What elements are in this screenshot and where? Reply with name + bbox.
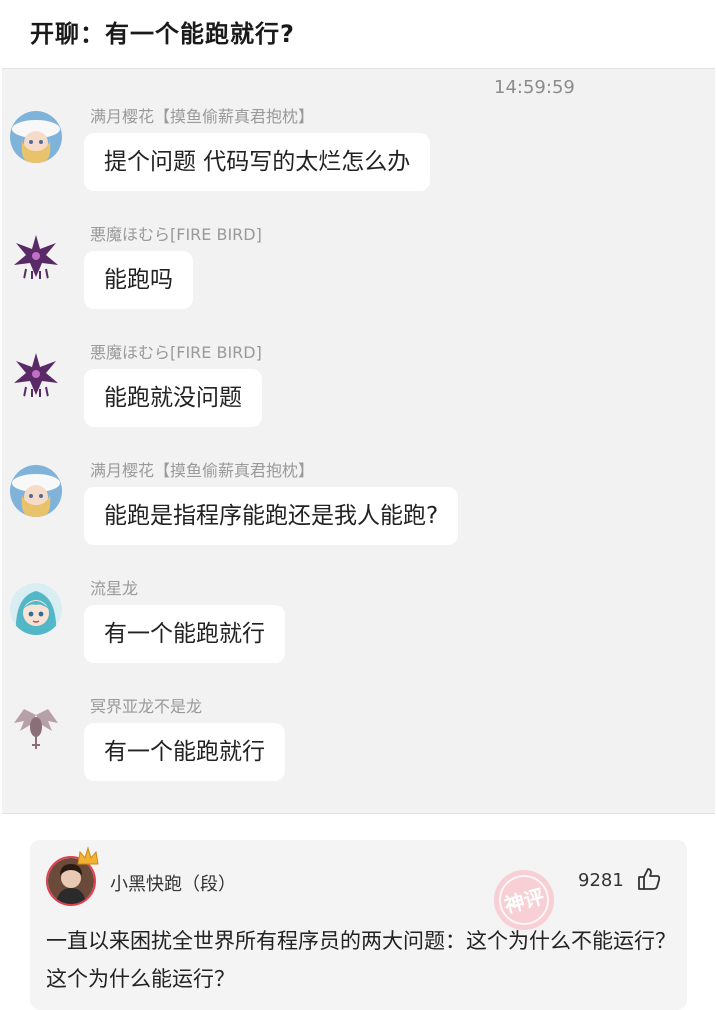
thumbs-up-icon[interactable]	[636, 866, 662, 892]
commenter-username[interactable]: 小黑快跑（段）	[110, 870, 236, 896]
sender-name: 满月樱花【摸鱼偷薪真君抱枕】	[90, 461, 315, 480]
chat-message: 满月樱花【摸鱼偷薪真君抱枕】 提个问题 代码写的太烂怎么办	[2, 103, 715, 213]
message-bubble: 有一个能跑就行	[84, 723, 285, 781]
chat-message: 悪魔ほむら[FIRE BIRD] 能跑吗	[2, 221, 715, 331]
chat-screenshot: 14:59:59 满月樱花【摸鱼偷薪真君抱枕】 提个问题 代码写的太烂怎么办 悪…	[2, 68, 715, 814]
chat-message: 流星龙 有一个能跑就行	[2, 575, 715, 685]
dark-wing-avatar-icon	[10, 347, 62, 399]
chat-timestamp: 14:59:59	[494, 77, 575, 98]
chat-message: 悪魔ほむら[FIRE BIRD] 能跑就没问题	[2, 339, 715, 449]
sender-name: 悪魔ほむら[FIRE BIRD]	[90, 343, 262, 362]
winged-creature-avatar-icon	[10, 701, 62, 753]
message-bubble: 能跑吗	[84, 251, 193, 309]
teal-hair-girl-avatar-icon	[10, 583, 62, 635]
message-bubble: 能跑就没问题	[84, 369, 262, 427]
sender-name: 流星龙	[90, 579, 139, 598]
anime-girl-avatar-icon	[10, 111, 62, 163]
comment-text: 一直以来困扰全世界所有程序员的两大问题：这个为什么不能运行？这个为什么能运行？	[46, 929, 676, 991]
sender-name: 悪魔ほむら[FIRE BIRD]	[90, 225, 262, 244]
top-comment: 小黑快跑（段） 神评 9281 一直以来困扰全世界所有程序员的两大问题：这个为什…	[30, 840, 687, 1010]
message-bubble: 提个问题 代码写的太烂怎么办	[84, 133, 431, 191]
dark-wing-avatar-icon	[10, 229, 62, 281]
chat-message: 满月樱花【摸鱼偷薪真君抱枕】 能跑是指程序能跑还是我人能跑?	[2, 457, 715, 567]
anime-girl-avatar-icon	[10, 465, 62, 517]
sender-name: 满月樱花【摸鱼偷薪真君抱枕】	[90, 107, 315, 126]
post-title: 开聊：有一个能跑就行?	[30, 20, 295, 48]
message-bubble: 有一个能跑就行	[84, 605, 285, 663]
like-count: 9281	[578, 870, 624, 891]
crown-icon	[77, 846, 99, 865]
message-bubble: 能跑是指程序能跑还是我人能跑?	[84, 487, 459, 545]
sender-name: 冥界亚龙不是龙	[90, 697, 203, 716]
chat-message: 冥界亚龙不是龙 有一个能跑就行	[2, 693, 715, 803]
